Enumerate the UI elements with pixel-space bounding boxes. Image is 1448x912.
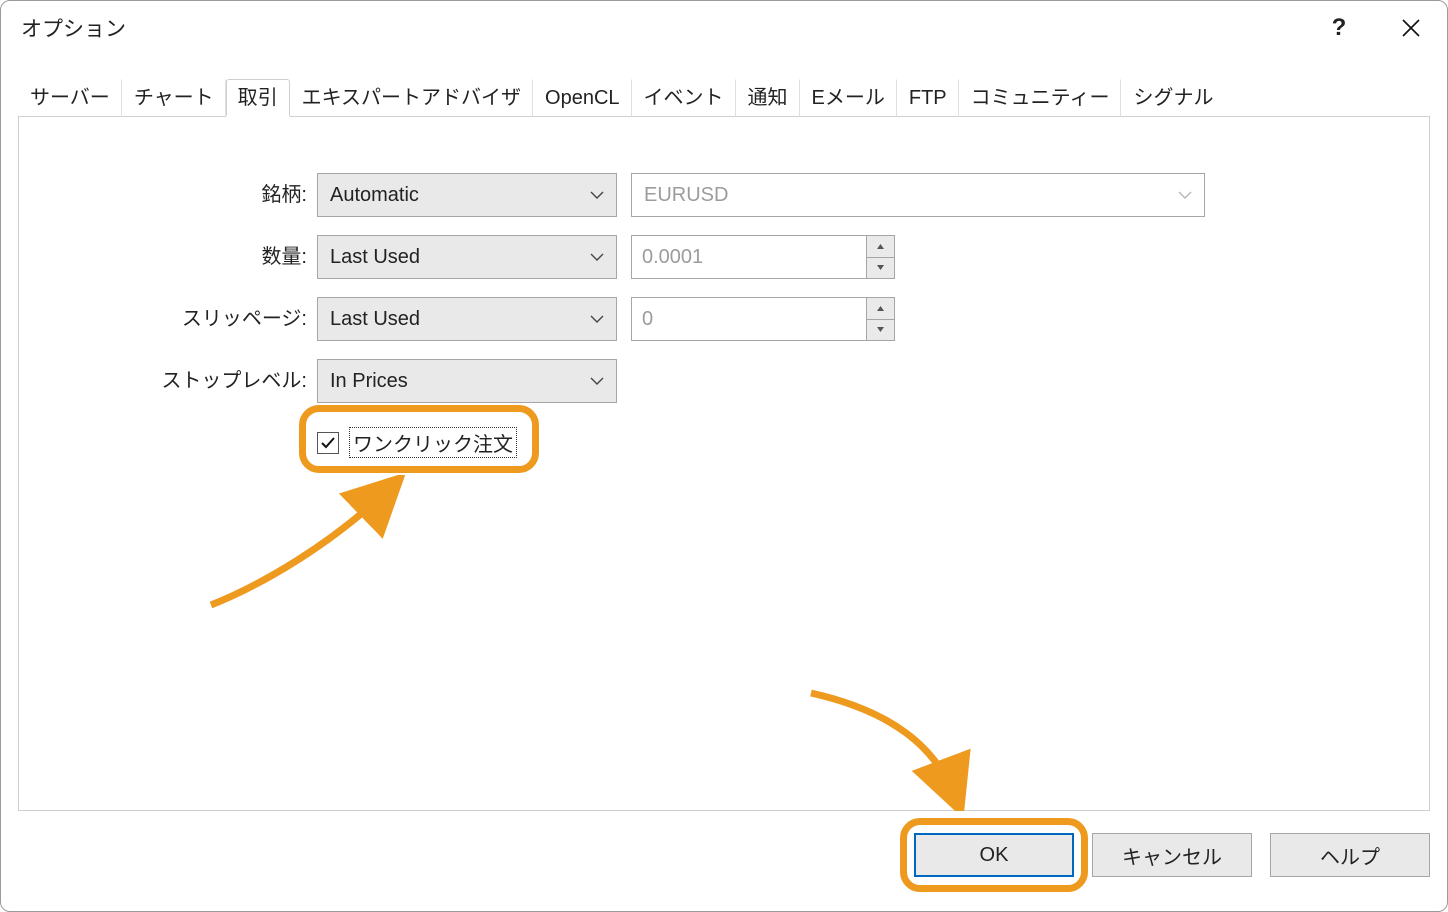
- chevron-down-icon: [588, 248, 606, 266]
- ok-button[interactable]: OK: [914, 833, 1074, 877]
- row-stoplevel: ストップレベル: In Prices: [19, 359, 1429, 403]
- buttonbar: OK キャンセル ヘルプ: [18, 829, 1430, 881]
- tab-email[interactable]: Eメール: [800, 79, 897, 117]
- oneclick-checkbox[interactable]: [317, 432, 339, 454]
- volume-spinner[interactable]: [631, 235, 895, 279]
- tab-body: 銘柄: Automatic EURUSD 数量:: [18, 117, 1430, 811]
- volume-step-up[interactable]: [867, 236, 894, 257]
- volume-mode-value: Last Used: [330, 246, 420, 269]
- label-slippage: スリッページ:: [19, 297, 317, 341]
- trade-form: 銘柄: Automatic EURUSD 数量:: [19, 173, 1429, 421]
- chevron-down-icon: [588, 310, 606, 328]
- options-dialog: オプション ? サーバー チャート 取引 エキスパートアドバイザ OpenCL …: [0, 0, 1448, 912]
- tab-community[interactable]: コミュニティー: [959, 79, 1122, 117]
- symbol-mode-value: Automatic: [330, 184, 419, 207]
- slippage-mode-select[interactable]: Last Used: [317, 297, 617, 341]
- tab-events[interactable]: イベント: [632, 79, 736, 117]
- dialog-title: オプション: [21, 13, 126, 43]
- titlebar: オプション ?: [1, 1, 1447, 55]
- chevron-down-icon: [588, 186, 606, 204]
- tab-experts[interactable]: エキスパートアドバイザ: [290, 79, 533, 117]
- volume-step-down[interactable]: [867, 257, 894, 279]
- slippage-spinner[interactable]: [631, 297, 895, 341]
- label-volume: 数量:: [19, 235, 317, 279]
- tab-server[interactable]: サーバー: [18, 79, 122, 117]
- tab-signals[interactable]: シグナル: [1121, 79, 1225, 117]
- volume-input[interactable]: [631, 235, 867, 279]
- row-volume: 数量: Last Used: [19, 235, 1429, 279]
- tabstrip: サーバー チャート 取引 エキスパートアドバイザ OpenCL イベント 通知 …: [18, 79, 1430, 117]
- help-button[interactable]: ヘルプ: [1270, 833, 1430, 877]
- slippage-mode-value: Last Used: [330, 308, 420, 331]
- titlebar-help-icon[interactable]: ?: [1303, 1, 1375, 55]
- chevron-down-icon: [1176, 186, 1194, 204]
- label-stoplevel: ストップレベル:: [19, 359, 317, 403]
- slippage-step-up[interactable]: [867, 298, 894, 319]
- tab-opencl[interactable]: OpenCL: [533, 79, 632, 117]
- chevron-down-icon: [588, 372, 606, 390]
- tab-ftp[interactable]: FTP: [897, 79, 959, 117]
- tab-notify[interactable]: 通知: [736, 79, 800, 117]
- slippage-input[interactable]: [631, 297, 867, 341]
- symbol-mode-select[interactable]: Automatic: [317, 173, 617, 217]
- tab-trade[interactable]: 取引: [226, 79, 290, 117]
- symbol-value: EURUSD: [644, 184, 728, 207]
- stoplevel-mode-select[interactable]: In Prices: [317, 359, 617, 403]
- cancel-button[interactable]: キャンセル: [1092, 833, 1252, 877]
- stoplevel-mode-value: In Prices: [330, 370, 408, 393]
- oneclick-row[interactable]: ワンクリック注文: [317, 427, 517, 458]
- volume-mode-select[interactable]: Last Used: [317, 235, 617, 279]
- oneclick-label: ワンクリック注文: [349, 427, 517, 458]
- row-slippage: スリッページ: Last Used: [19, 297, 1429, 341]
- row-symbol: 銘柄: Automatic EURUSD: [19, 173, 1429, 217]
- close-icon[interactable]: [1375, 1, 1447, 55]
- label-symbol: 銘柄:: [19, 173, 317, 217]
- symbol-value-select[interactable]: EURUSD: [631, 173, 1205, 217]
- slippage-step-down[interactable]: [867, 319, 894, 341]
- tab-chart[interactable]: チャート: [122, 79, 226, 117]
